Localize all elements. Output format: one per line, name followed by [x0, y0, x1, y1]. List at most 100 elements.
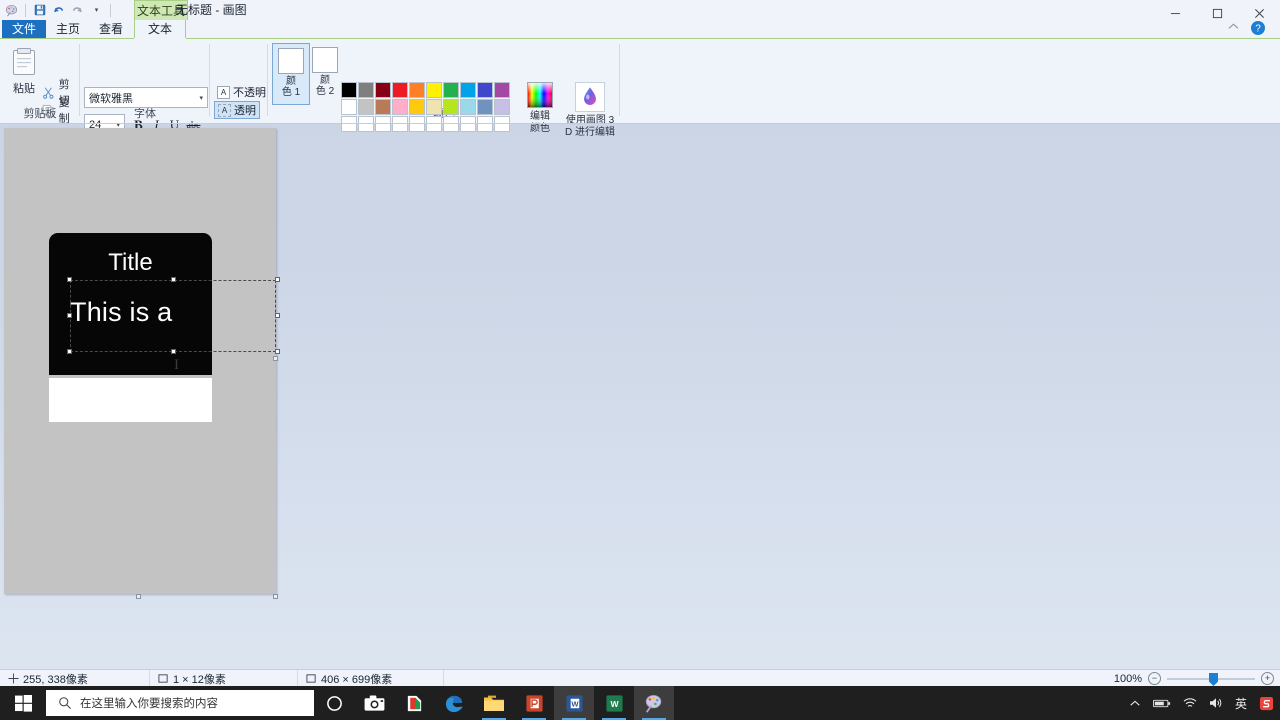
color-swatch-1-9[interactable] [477, 82, 493, 98]
color-swatch-2-10[interactable] [494, 99, 510, 115]
resize-handle-s[interactable] [171, 349, 176, 354]
text-cursor-icon: I [174, 357, 179, 373]
resize-handle-w[interactable] [67, 313, 72, 318]
drawing-canvas[interactable]: Title This is a I [4, 128, 280, 599]
canvas-work-area[interactable]: Title This is a I [0, 124, 1280, 669]
system-tray: 英 [1123, 686, 1280, 720]
taskbar-search-box[interactable]: 在这里输入你要搜索的内容 [46, 690, 314, 716]
resize-handle-sw[interactable] [67, 349, 72, 354]
paste-label: 粘贴 [13, 83, 35, 95]
zoom-in-button[interactable]: + [1261, 672, 1274, 685]
start-button[interactable] [0, 686, 46, 720]
color1-swatch [278, 48, 304, 74]
color-swatch-1-6[interactable] [426, 82, 442, 98]
color-swatch-1-4[interactable] [392, 82, 408, 98]
status-bar: 255, 338像素 1 × 12像素 406 × 699像素 100% − + [0, 669, 1280, 686]
edit-colors-icon [527, 82, 553, 108]
zoom-out-button[interactable]: − [1148, 672, 1161, 685]
window-title: 无标题 - 画图 [176, 3, 247, 17]
opaque-label: 不透明 [233, 87, 266, 99]
tab-file[interactable]: 文件 [2, 20, 46, 39]
color-swatch-2-3[interactable] [375, 99, 391, 115]
zoom-slider[interactable] [1167, 673, 1255, 686]
font-family-value: 微软雅黑 [89, 92, 133, 105]
pdf-reader-icon[interactable] [394, 686, 434, 720]
word-icon[interactable]: W [554, 686, 594, 720]
camera-icon[interactable] [354, 686, 394, 720]
edit-colors-label-line1: 编辑 [530, 111, 550, 122]
windows-taskbar: 在这里输入你要搜索的内容 W W 英 [0, 686, 1280, 720]
show-hidden-icons-icon[interactable] [1123, 686, 1147, 720]
transparent-button[interactable]: A 透明 [214, 101, 260, 119]
sogou-input-icon[interactable] [1253, 686, 1280, 720]
color-swatch-2-7[interactable] [443, 99, 459, 115]
color-swatch-2-8[interactable] [460, 99, 476, 115]
resize-handle-e[interactable] [275, 313, 280, 318]
edge-icon[interactable] [434, 686, 474, 720]
canvas-resize-handle-e[interactable] [273, 356, 278, 361]
ribbon: 粘贴 剪切 复制 剪贴板 字体 微软雅黑 ▾ 24 ▾ B I U abc A … [0, 39, 1280, 138]
color-swatch-1-7[interactable] [443, 82, 459, 98]
chevron-down-icon: ▾ [199, 94, 203, 102]
selection-size-icon [158, 674, 168, 683]
svg-text:?: ? [1255, 24, 1261, 35]
color-palette-row [341, 82, 511, 99]
color-swatch-1-10[interactable] [494, 82, 510, 98]
tab-text[interactable]: 文本 [134, 20, 186, 39]
canvas-resize-handle-se[interactable] [273, 594, 278, 599]
scissors-icon [43, 86, 54, 99]
qat-divider [25, 3, 26, 17]
resize-handle-n[interactable] [171, 277, 176, 282]
save-icon[interactable] [31, 2, 48, 19]
status-cursor-position: 255, 338像素 [0, 670, 150, 686]
opaque-button[interactable]: A 不透明 [214, 83, 269, 101]
color-swatch-2-6[interactable] [426, 99, 442, 115]
font-family-combobox[interactable]: 微软雅黑 ▾ [84, 87, 208, 108]
color-swatch-1-1[interactable] [341, 82, 357, 98]
ime-language-icon[interactable]: 英 [1229, 686, 1253, 720]
color-swatch-2-9[interactable] [477, 99, 493, 115]
card-title-text: Title [108, 249, 153, 276]
powerpoint-icon[interactable] [514, 686, 554, 720]
resize-handle-ne[interactable] [275, 277, 280, 282]
battery-icon[interactable] [1147, 686, 1177, 720]
paint-taskbar-icon[interactable] [634, 686, 674, 720]
color1-label-line1: 颜 [286, 76, 296, 87]
color-palette-row [341, 99, 511, 116]
customize-qat-icon[interactable]: ▾ [88, 2, 105, 19]
color-swatch-1-3[interactable] [375, 82, 391, 98]
color-swatch-1-2[interactable] [358, 82, 374, 98]
zoom-slider-thumb[interactable] [1209, 673, 1218, 686]
resize-handle-nw[interactable] [67, 277, 72, 282]
status-selection-size: 1 × 12像素 [150, 670, 298, 686]
resize-handle-se[interactable] [275, 349, 280, 354]
image-size-icon [306, 674, 316, 683]
canvas-resize-handle-s[interactable] [136, 594, 141, 599]
network-icon[interactable] [1177, 686, 1203, 720]
undo-icon[interactable] [50, 2, 67, 19]
status-image-size: 406 × 699像素 [298, 670, 444, 686]
color-swatch-2-2[interactable] [358, 99, 374, 115]
taskbar-search-placeholder: 在这里输入你要搜索的内容 [80, 698, 218, 710]
color2-swatch [312, 47, 338, 73]
wps-icon[interactable]: W [594, 686, 634, 720]
color1-button[interactable]: 颜 色 1 [272, 43, 310, 105]
paint-app-icon[interactable] [3, 2, 20, 19]
cursor-position-value: 255, 338像素 [23, 673, 88, 686]
redo-icon[interactable] [69, 2, 86, 19]
color2-button[interactable]: 颜 色 2 [306, 43, 344, 105]
paste-button[interactable]: 粘贴 [6, 43, 42, 105]
color-swatch-1-8[interactable] [460, 82, 476, 98]
task-view-icon[interactable] [314, 686, 354, 720]
color-swatch-1-5[interactable] [409, 82, 425, 98]
color-swatch-2-5[interactable] [409, 99, 425, 115]
color-swatch-2-1[interactable] [341, 99, 357, 115]
color-swatch-2-4[interactable] [392, 99, 408, 115]
tab-home[interactable]: 主页 [48, 20, 88, 39]
help-button[interactable]: ? [1250, 20, 1266, 41]
collapse-ribbon-button[interactable] [1227, 22, 1240, 34]
tab-view[interactable]: 查看 [90, 20, 132, 39]
text-box-selection-handles [67, 277, 280, 356]
volume-icon[interactable] [1203, 686, 1229, 720]
file-explorer-icon[interactable] [474, 686, 514, 720]
